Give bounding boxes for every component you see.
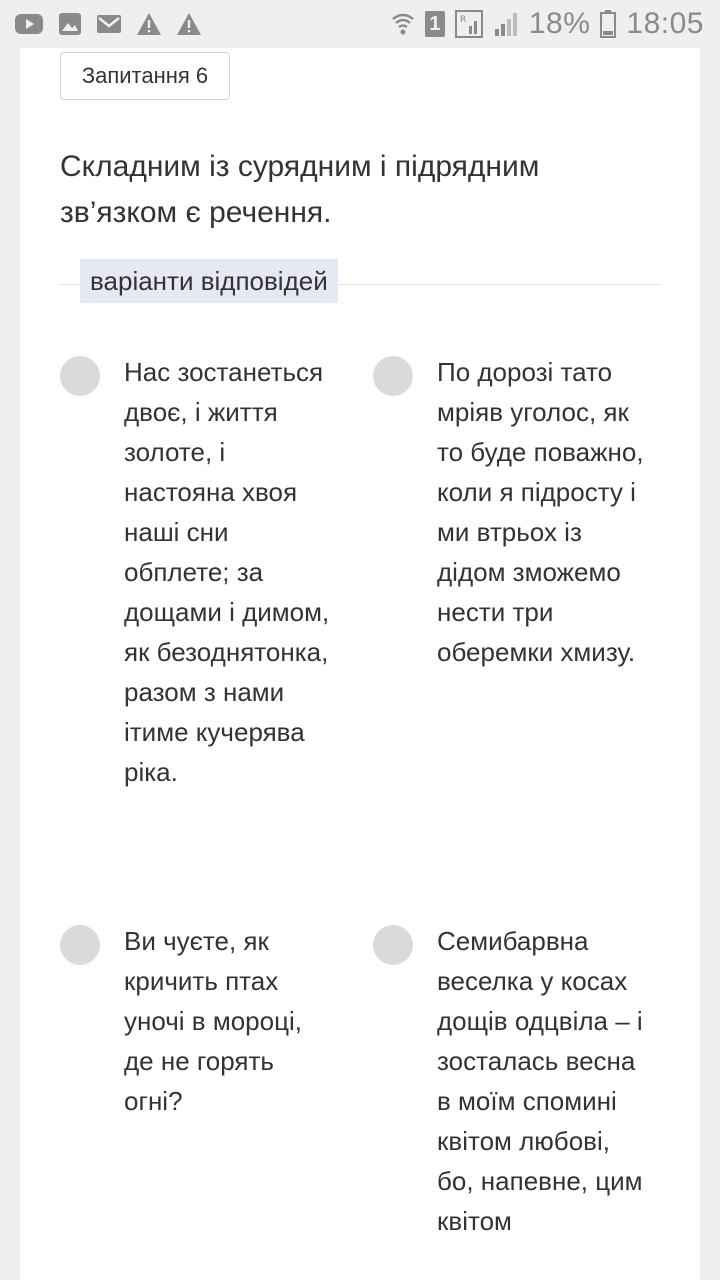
svg-text:R: R bbox=[460, 15, 466, 25]
youtube-icon bbox=[15, 14, 43, 34]
answer-option-text: Ви чуєте, як кричить птах уночі в мороці… bbox=[124, 926, 302, 1116]
status-bar: 1 R 18% 18:05 bbox=[0, 0, 720, 48]
clock: 18:05 bbox=[626, 7, 704, 40]
battery-icon bbox=[600, 10, 617, 38]
wifi-icon bbox=[392, 13, 414, 35]
warning-icon bbox=[177, 13, 201, 35]
radio-button[interactable] bbox=[60, 925, 100, 965]
radio-button[interactable] bbox=[60, 356, 100, 396]
answer-option-text: По дорозі тато мріяв уголос, як то буде … bbox=[437, 357, 644, 667]
question-number-badge: Запитання 6 bbox=[60, 52, 230, 100]
roaming-signal-icon: R bbox=[454, 10, 483, 38]
email-icon bbox=[97, 15, 121, 33]
question-text: Складним із сурядним і підрядним зв’язко… bbox=[60, 150, 540, 229]
variants-label: варіанти відповідей bbox=[80, 259, 338, 303]
system-icons: 1 R 18% 18:05 bbox=[391, 6, 704, 42]
notification-icons bbox=[14, 8, 202, 40]
answer-option-text: Нас зостанеться двоє, і життя золоте, і … bbox=[124, 357, 330, 787]
question-card: Запитання 6 Складним із сурядним і підря… bbox=[20, 48, 700, 1280]
signal-icon bbox=[494, 13, 517, 36]
radio-button[interactable] bbox=[373, 925, 413, 965]
warning-icon bbox=[137, 13, 161, 35]
radio-button[interactable] bbox=[373, 356, 413, 396]
image-icon bbox=[59, 13, 81, 35]
sim-slot-badge: 1 bbox=[424, 11, 445, 37]
answer-option-text: Семибарвна веселка у косах дощів одцвіла… bbox=[437, 926, 643, 1236]
battery-percent: 18% bbox=[528, 7, 591, 40]
